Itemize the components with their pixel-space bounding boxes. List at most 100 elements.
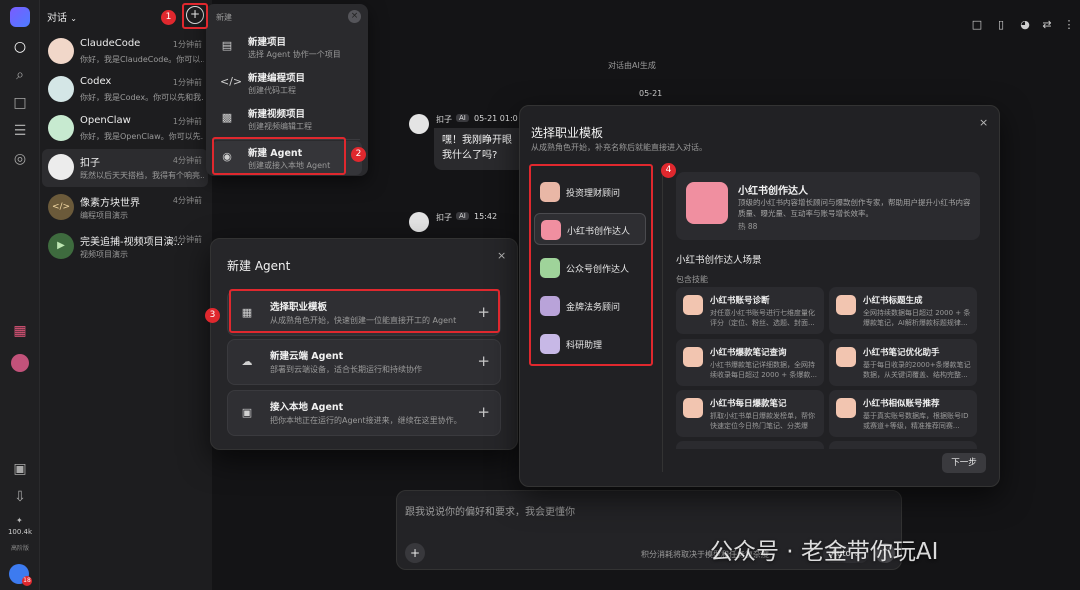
skill-desc: 小红书爆款笔记详细数据，全网持续收录每日超过 2000 + 条爆款...	[710, 361, 818, 379]
skill-card: 小红书笔记优化助手 基于每日收录的2000+条爆款笔记数据，从关键词覆盖、结构完…	[829, 339, 977, 386]
featured-name: 小红书创作达人	[738, 186, 808, 197]
menu-item-new-code-project[interactable]: </> 新建编程项目 创建代码工程	[212, 66, 362, 100]
menu-item-desc: 创建视频编辑工程	[248, 122, 312, 131]
conversation-item[interactable]: 扣子 4分钟前 既然以后天天搭档，我得有个响亮...	[42, 149, 208, 187]
message-time: 15:42	[474, 212, 498, 221]
conversation-time: 4分钟前	[172, 156, 202, 165]
agent-avatar	[48, 38, 74, 64]
conversation-filter[interactable]: 对话 ⌄	[47, 9, 77, 24]
skill-card: 小红书标题生成 全网持续数据每日超过 2000 + 条爆款笔记，AI解析爆款标题…	[829, 287, 977, 334]
folder-icon[interactable]: □	[970, 18, 984, 32]
conversation-item[interactable]: ClaudeCode 1分钟前 你好，我是ClaudeCode。你可以...	[42, 33, 208, 71]
credits-icon: ✦	[16, 516, 23, 525]
dialog-title: 新建 Agent	[227, 259, 291, 273]
chat-icon[interactable]: ○	[11, 38, 29, 56]
menu-item-desc: 创建代码工程	[248, 86, 296, 95]
menu-item-new-video-project[interactable]: ▩ 新建视频项目 创建视频编辑工程	[212, 102, 362, 136]
more-icon[interactable]: ⋮	[1062, 18, 1076, 32]
callout-box	[529, 164, 653, 366]
chevron-down-icon: ⌄	[70, 14, 77, 23]
skill-card: 小红书爆款笔记查询 小红书爆款笔记详细数据，全网持续收录每日超过 2000 + …	[676, 339, 824, 386]
conversation-item[interactable]: OpenClaw 1分钟前 你好，我是OpenClaw。你可以先...	[42, 110, 208, 148]
conversation-time: 4分钟前	[172, 235, 202, 244]
callout-number: 4	[661, 163, 676, 178]
conversation-time: 1分钟前	[172, 78, 202, 87]
attach-button[interactable]: +	[405, 543, 425, 563]
new-menu-header: 新建	[216, 13, 232, 22]
conversation-item[interactable]: ▶ 完美追捕-视频项目演... 4分钟前 视频项目演示	[42, 228, 208, 266]
option-desc: 部署到云端设备，适合长期运行和持续协作	[270, 365, 422, 374]
globe-icon[interactable]: ◎	[11, 150, 29, 168]
conversation-preview: 你好，我是Codex。你可以先和我...	[80, 93, 204, 102]
code-project-icon: </>	[48, 194, 74, 220]
panel-divider	[662, 166, 663, 472]
ai-tag: AI	[456, 212, 469, 220]
cloud-icon: ☁	[241, 355, 253, 368]
fox-icon	[836, 347, 856, 367]
skill-title: 小红书相似账号推荐	[863, 399, 940, 409]
dialog-subtitle: 从成熟角色开始，补充名称后就能直接进入对话。	[531, 143, 707, 152]
option-cloud-agent[interactable]: ☁ 新建云端 Agent 部署到云端设备，适合长期运行和持续协作 +	[227, 339, 501, 385]
close-icon[interactable]: ×	[497, 249, 506, 262]
callout-number: 3	[205, 308, 220, 323]
sender-name: 扣子	[436, 115, 452, 124]
notification-badge: 18	[22, 576, 32, 586]
option-local-agent[interactable]: ▣ 接入本地 Agent 把你本地正在运行的Agent接进来，继续在这里协作。 …	[227, 390, 501, 436]
conversation-item[interactable]: Codex 1分钟前 你好，我是Codex。你可以先和我...	[42, 71, 208, 109]
fox-icon	[683, 295, 703, 315]
fox-icon	[683, 398, 703, 418]
file-icon[interactable]: ▯	[994, 18, 1008, 32]
settings-icon[interactable]: ⇄	[1040, 18, 1054, 32]
option-title: 新建云端 Agent	[270, 351, 344, 362]
featured-template-card: 小红书创作达人 顶级的小红书内容增长顾问与爆款创作专家，帮助用户提升小红书内容质…	[676, 172, 980, 240]
ai-notice: 对话由AI生成	[608, 61, 656, 70]
credits-value: 100.4k	[7, 528, 33, 536]
menu-item-title: 新建编程项目	[248, 73, 306, 84]
message-time: 05-21 01:0	[474, 114, 518, 123]
search-icon[interactable]: ⌕	[11, 66, 29, 84]
conversation-name: Codex	[80, 76, 112, 87]
chat-bubbles-icon: ▤	[221, 39, 233, 52]
conversation-list: 对话 ⌄ + ClaudeCode 1分钟前 你好，我是ClaudeCode。你…	[40, 0, 212, 590]
skill-title: 小红书标题生成	[863, 296, 923, 306]
skill-card	[676, 441, 824, 449]
fox-icon	[836, 398, 856, 418]
menu-item-title: 新建视频项目	[248, 109, 306, 120]
folder-icon[interactable]: □	[11, 94, 29, 112]
conversation-name: 完美追捕-视频项目演...	[80, 237, 184, 248]
callout-number: 2	[351, 147, 366, 162]
bot-avatar	[409, 212, 429, 232]
conversation-preview: 既然以后天天搭档，我得有个响亮...	[80, 171, 204, 180]
menu-item-new-project[interactable]: ▤ 新建项目 选择 Agent 协作一个项目	[212, 30, 362, 64]
message-input[interactable]: 跟我说说你的偏好和要求，我会更懂你	[405, 503, 575, 518]
close-icon[interactable]: ×	[979, 116, 988, 129]
app-logo[interactable]	[10, 7, 30, 27]
callout-box	[212, 137, 346, 175]
conversation-preview: 视频项目演示	[80, 250, 128, 259]
conversation-name: 扣子	[80, 158, 100, 169]
date-divider: 05-21	[639, 89, 663, 98]
featured-uses: 热 88	[738, 222, 758, 231]
close-icon[interactable]: ×	[348, 10, 361, 23]
agent-avatar-icon[interactable]	[11, 354, 29, 372]
skill-desc: 对任意小红书账号进行七维度量化评分（定位、粉丝、选题、封面...	[710, 309, 815, 327]
conversation-time: 1分钟前	[172, 40, 202, 49]
conversation-time: 1分钟前	[172, 117, 202, 126]
video-project-icon: ▶	[48, 233, 74, 259]
featured-avatar	[686, 182, 728, 224]
credits-label: 高阶版	[10, 545, 29, 552]
bag-icon[interactable]: ◕	[1018, 18, 1032, 32]
device-icon[interactable]: ▣	[11, 460, 29, 478]
library-icon[interactable]: ☰	[11, 122, 29, 140]
download-icon[interactable]: ⇩	[11, 488, 29, 506]
bot-avatar	[409, 114, 429, 134]
message-bubble: 嘿！我刚睁开眼 我什么了吗?	[434, 128, 526, 170]
conversation-name: 像素方块世界	[80, 198, 140, 209]
skill-card	[829, 441, 977, 449]
apps-icon[interactable]: ▦	[11, 322, 29, 340]
next-button[interactable]: 下一步	[942, 453, 986, 473]
skill-desc: 基于每日收录的2000+条爆款笔记数据，从关键词覆盖、结构完整...	[863, 361, 971, 379]
conversation-item[interactable]: </> 像素方块世界 4分钟前 编程项目演示	[42, 189, 208, 227]
skill-desc: 全网持续数据每日超过 2000 + 条爆款笔记，AI解析爆款标题规律...	[863, 309, 971, 327]
code-icon: </>	[220, 75, 243, 88]
